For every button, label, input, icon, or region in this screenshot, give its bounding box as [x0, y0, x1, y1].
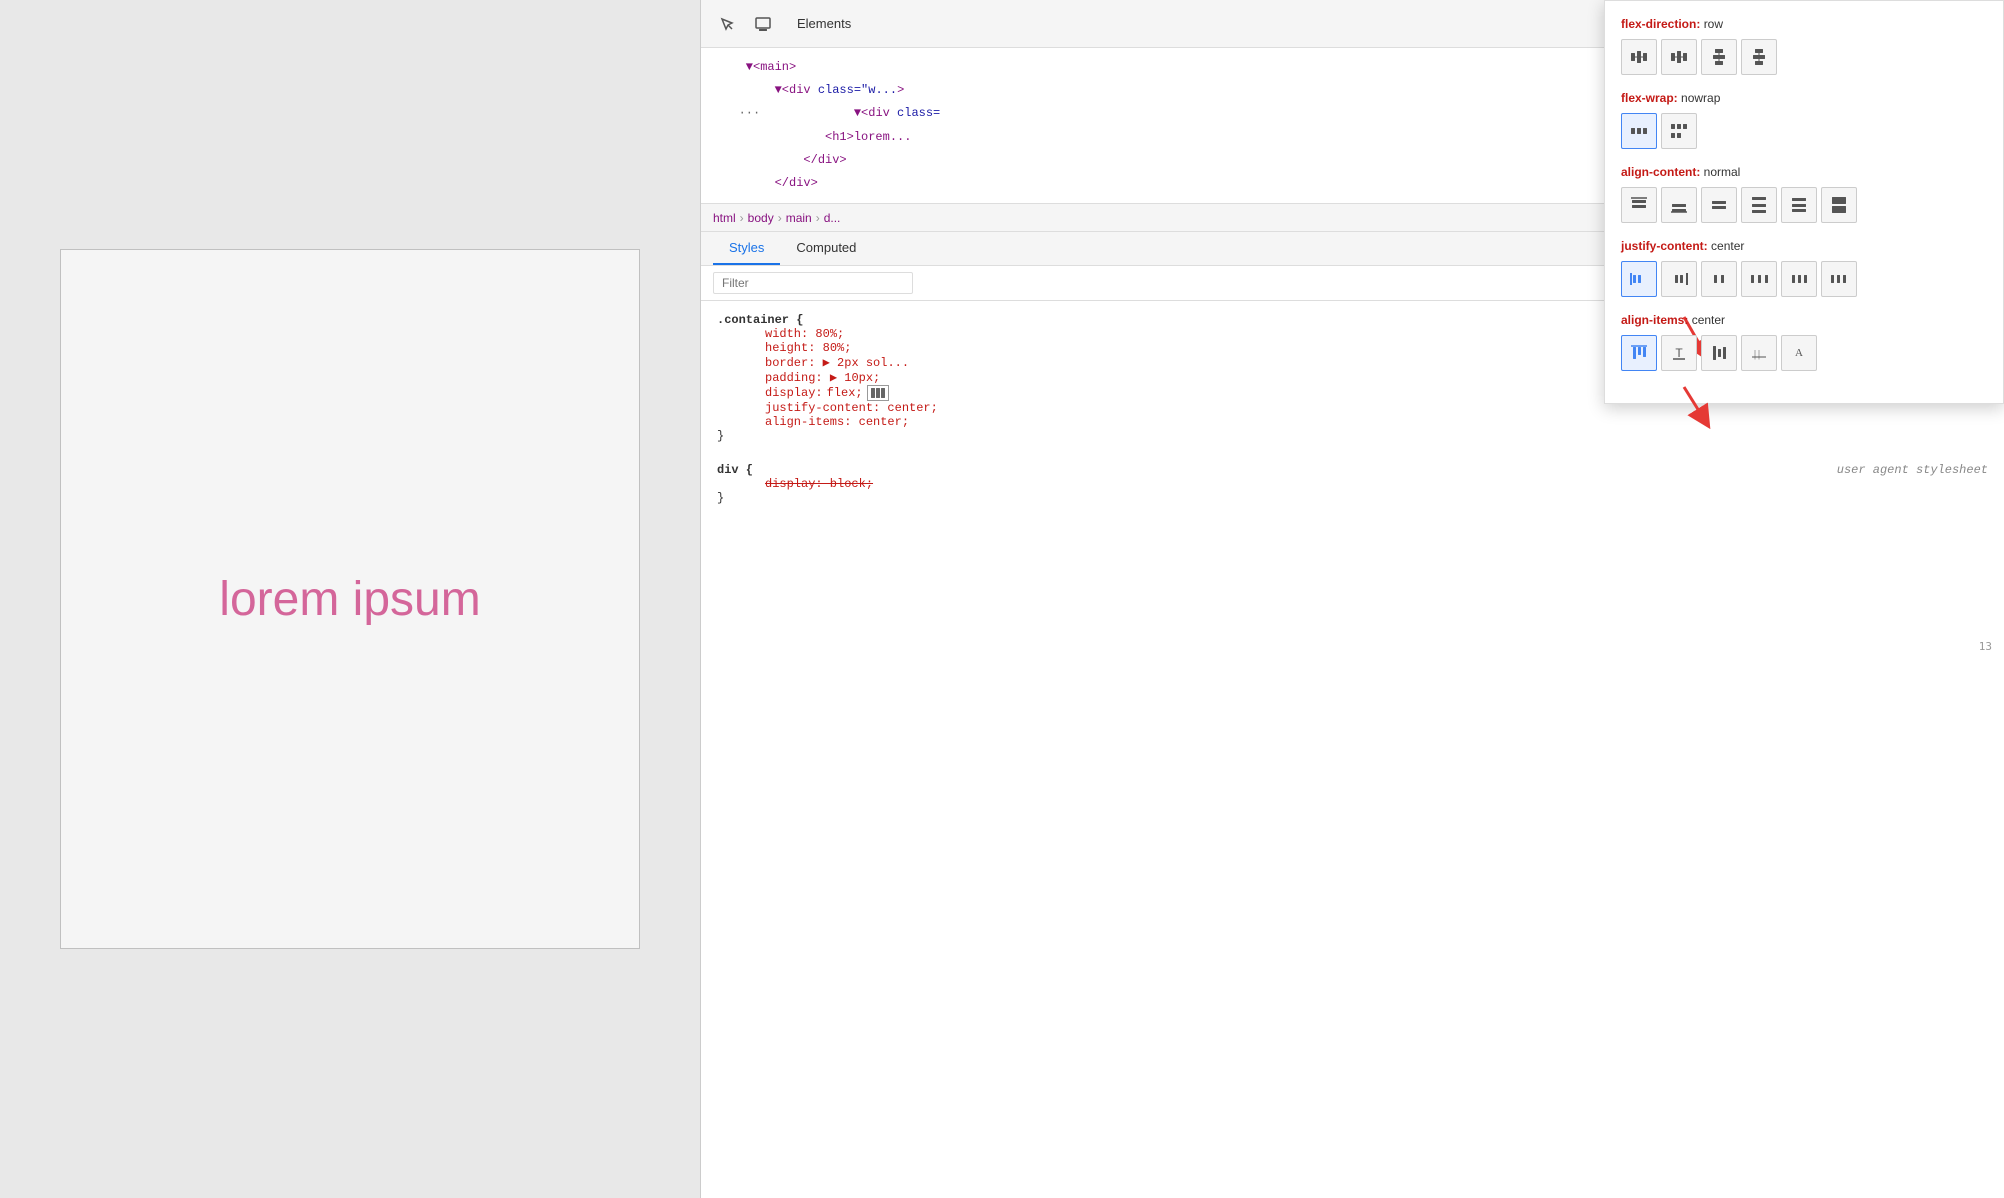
justify-content-title: justify-content: center	[1621, 239, 1987, 253]
align-content-stretch-btn[interactable]	[1821, 187, 1857, 223]
css-rule-div-header: div { user agent stylesheet	[717, 463, 1988, 477]
lorem-ipsum-text: lorem ipsum	[219, 572, 480, 627]
flex-direction-column-btn[interactable]	[1701, 39, 1737, 75]
flex-direction-section: flex-direction: row	[1621, 17, 1987, 75]
align-content-start-btn[interactable]	[1621, 187, 1657, 223]
align-items-stretch-btn[interactable]: A	[1781, 335, 1817, 371]
flex-display-icon[interactable]	[867, 385, 889, 401]
justify-content-flex-end-btn[interactable]	[1661, 261, 1697, 297]
justify-content-section: justify-content: center	[1621, 239, 1987, 297]
justify-content-space-between-btn[interactable]	[1741, 261, 1777, 297]
align-items-baseline-btn[interactable]: | |	[1741, 335, 1777, 371]
justify-content-center-btn[interactable]	[1701, 261, 1737, 297]
css-rule-div: div { user agent stylesheet display: blo…	[701, 459, 2004, 509]
flex-wrap-wrap-btn[interactable]	[1661, 113, 1697, 149]
css-brace-div-close: }	[717, 491, 1988, 505]
align-items-flex-start-btn[interactable]	[1621, 335, 1657, 371]
flex-direction-buttons	[1621, 39, 1987, 75]
breadcrumb-body[interactable]: body	[748, 211, 774, 225]
css-prop-display-ua[interactable]: display: block;	[717, 477, 1988, 491]
align-content-buttons	[1621, 187, 1987, 223]
tab-elements[interactable]: Elements	[785, 12, 863, 35]
align-content-space-around-btn[interactable]	[1781, 187, 1817, 223]
align-content-title: align-content: normal	[1621, 165, 1987, 179]
breadcrumb-html[interactable]: html	[713, 211, 736, 225]
align-content-section: align-content: normal	[1621, 165, 1987, 223]
inspect-icon[interactable]	[713, 10, 741, 38]
align-content-end-btn[interactable]	[1661, 187, 1697, 223]
flex-wrap-buttons	[1621, 113, 1987, 149]
flex-direction-column-reverse-btn[interactable]	[1741, 39, 1777, 75]
browser-viewport: lorem ipsum	[0, 0, 700, 1198]
devtools-panel: Elements ✕ ▼<main> ▼<div class="w...> ··…	[700, 0, 2004, 1198]
align-content-center-btn[interactable]	[1701, 187, 1737, 223]
flex-wrap-nowrap-btn[interactable]	[1621, 113, 1657, 149]
line-number: 13	[1979, 640, 1992, 653]
justify-content-buttons	[1621, 261, 1987, 297]
flex-editor-overlay: flex-direction: row	[1604, 0, 2004, 404]
breadcrumb-div[interactable]: d...	[824, 211, 841, 225]
css-brace-close: }	[717, 429, 1988, 443]
flex-direction-row-btn[interactable]	[1621, 39, 1657, 75]
tab-styles[interactable]: Styles	[713, 232, 780, 265]
filter-input[interactable]	[713, 272, 913, 294]
css-comment-user-agent: user agent stylesheet	[1837, 463, 1988, 477]
demo-container: lorem ipsum	[60, 249, 640, 949]
align-items-center-btn[interactable]	[1701, 335, 1737, 371]
device-icon[interactable]	[749, 10, 777, 38]
flex-wrap-title: flex-wrap: nowrap	[1621, 91, 1987, 105]
justify-content-space-around-btn[interactable]	[1781, 261, 1817, 297]
align-items-buttons: T | |	[1621, 335, 1987, 371]
align-items-section: align-items: center T	[1621, 313, 1987, 371]
css-prop-align[interactable]: align-items: center;	[717, 415, 1988, 429]
svg-text:T: T	[1675, 346, 1683, 360]
justify-content-flex-start-btn[interactable]	[1621, 261, 1657, 297]
justify-content-space-evenly-btn[interactable]	[1821, 261, 1857, 297]
flex-direction-row-reverse-btn[interactable]	[1661, 39, 1697, 75]
svg-text:|: |	[1754, 349, 1756, 360]
svg-text:A: A	[1795, 347, 1803, 359]
css-rules-area: .container { width: 80%; height: 80%; bo…	[701, 301, 2004, 1198]
flex-wrap-section: flex-wrap: nowrap	[1621, 91, 1987, 149]
breadcrumb-main[interactable]: main	[786, 211, 812, 225]
flex-direction-title: flex-direction: row	[1621, 17, 1987, 31]
align-items-title: align-items: center	[1621, 313, 1987, 327]
svg-text:|: |	[1758, 349, 1760, 360]
align-content-space-between-btn[interactable]	[1741, 187, 1777, 223]
tab-computed[interactable]: Computed	[780, 232, 872, 265]
align-items-flex-end-btn[interactable]: T	[1661, 335, 1697, 371]
